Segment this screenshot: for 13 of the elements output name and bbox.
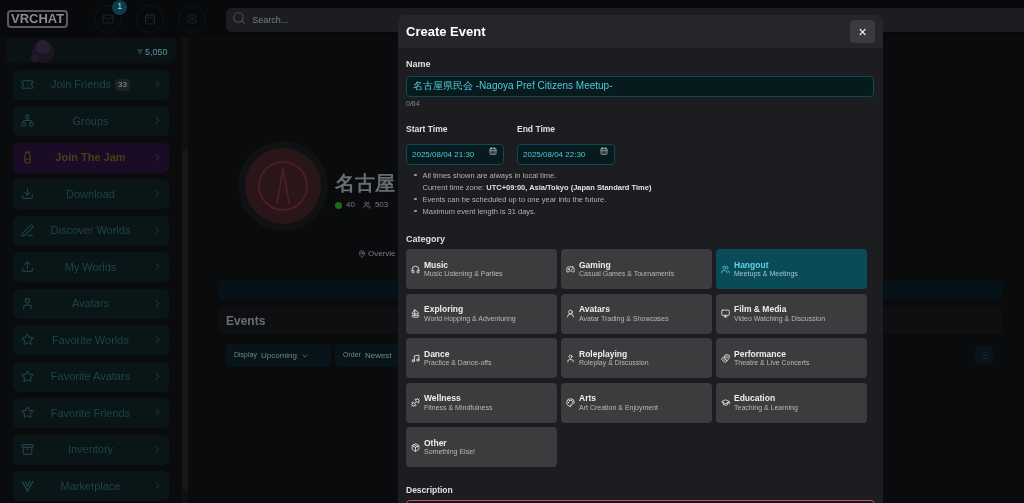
group-title: 名古屋	[335, 173, 395, 193]
time-label: Start Time	[406, 123, 449, 136]
events-title: Events	[226, 312, 266, 330]
balance: 5,050	[144, 45, 168, 59]
member-count: 503	[374, 199, 389, 211]
category-label: Category	[406, 232, 446, 246]
notification-badge: 1	[112, 0, 128, 15]
dialog-title: Create Event	[406, 22, 486, 41]
description-label: Description	[406, 484, 454, 497]
online-count: 40	[346, 199, 355, 211]
name-label: Name	[406, 58, 432, 71]
time-label: End Time	[517, 123, 557, 136]
count-badge: 33	[115, 78, 130, 91]
